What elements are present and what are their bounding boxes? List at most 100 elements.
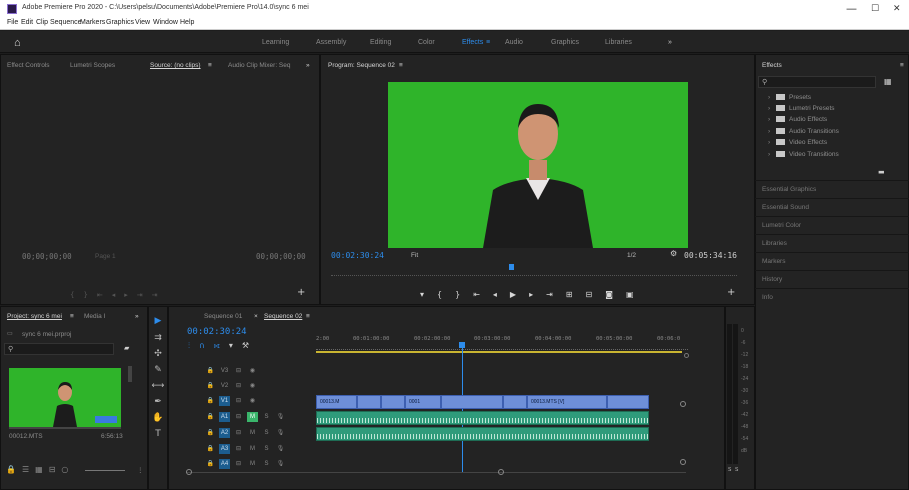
sync-lock-icon[interactable]: ⊟ [233, 412, 244, 422]
track-label-a4[interactable]: A4 [219, 459, 230, 469]
new-bin-icon[interactable]: ▬ [878, 168, 885, 176]
close-button[interactable]: ✕ [893, 4, 901, 14]
timeline-timecode[interactable]: 00:02:30:24 [187, 327, 247, 337]
tab-source[interactable]: Source: (no clips) [150, 62, 201, 69]
section-libraries[interactable]: Libraries [755, 234, 909, 252]
vertical-scroll-handle[interactable] [680, 401, 686, 407]
track-label-v1[interactable]: V1 [219, 396, 230, 406]
tab-lumetri-scopes[interactable]: Lumetri Scopes [70, 62, 115, 69]
track-label-v2[interactable]: V2 [219, 381, 230, 391]
effects-search-input[interactable]: ⚲ [758, 76, 876, 88]
audio-clip-a2[interactable] [316, 427, 649, 441]
microphone-icon[interactable]: 🎙 [275, 444, 286, 454]
workspace-effects[interactable]: Effects [462, 39, 483, 46]
workspace-learning[interactable]: Learning [262, 39, 289, 46]
sync-lock-icon[interactable]: ⊟ [233, 444, 244, 454]
source-menu-icon[interactable]: ≡ [208, 62, 212, 69]
source-add-button-icon[interactable]: + [297, 287, 305, 298]
hand-tool-icon[interactable]: ✋ [151, 413, 165, 427]
menu-help[interactable]: Help [180, 19, 194, 26]
workspace-libraries[interactable]: Libraries [605, 39, 632, 46]
program-add-button-icon[interactable]: + [727, 287, 735, 298]
menu-edit[interactable]: Edit [21, 19, 33, 26]
maximize-button[interactable]: ☐ [871, 4, 879, 14]
program-playhead[interactable] [509, 264, 514, 270]
timeline-ruler[interactable] [316, 347, 688, 350]
solo-button[interactable]: S [261, 444, 272, 454]
effects-folder-audio-transitions[interactable]: › Audio Transitions [768, 128, 839, 135]
tab-sequence-02[interactable]: Sequence 02 [264, 313, 302, 320]
razor-tool-icon[interactable]: ✎ [151, 365, 165, 379]
work-area-bar[interactable] [316, 351, 682, 353]
lock-icon[interactable]: 🔒 [205, 396, 216, 406]
minimize-button[interactable]: — [846, 2, 857, 15]
microphone-icon[interactable]: 🎙 [275, 428, 286, 438]
track-label-a1[interactable]: A1 [219, 412, 230, 422]
project-more-icon[interactable]: » [135, 313, 139, 320]
menu-markers[interactable]: Markers [80, 19, 105, 26]
sync-lock-icon[interactable]: ⊟ [233, 396, 244, 406]
eye-icon[interactable]: ◉ [247, 381, 258, 391]
audio-clip-a1[interactable] [316, 411, 649, 425]
effects-folder-video-effects[interactable]: › Video Effects [768, 139, 827, 146]
pen-tool-icon[interactable]: ✒ [151, 397, 165, 411]
accelerated-effects-icon[interactable]: ▦ [884, 77, 892, 86]
video-clip[interactable]: 00013.M [316, 395, 357, 409]
solo-button[interactable]: S [261, 459, 272, 469]
lock-icon[interactable]: 🔒 [205, 428, 216, 438]
solo-button[interactable]: S [261, 412, 272, 422]
program-scrub-bar[interactable] [331, 266, 737, 276]
workspace-assembly[interactable]: Assembly [316, 39, 346, 46]
tab-media-browser[interactable]: Media I [84, 313, 105, 320]
track-select-tool-icon[interactable]: ⇉ [151, 333, 165, 347]
lock-icon[interactable]: 🔒 [205, 459, 216, 469]
workspace-editing[interactable]: Editing [370, 39, 391, 46]
sync-lock-icon[interactable]: ⊟ [233, 366, 244, 376]
program-video-frame[interactable] [388, 82, 688, 248]
effects-folder-lumetri-presets[interactable]: › Lumetri Presets [768, 105, 835, 112]
track-label-v3[interactable]: V3 [219, 366, 230, 376]
timeline-zoom-handle-left[interactable] [186, 469, 192, 475]
video-clip[interactable]: 00013.MTS [V] [527, 395, 607, 409]
track-label-a2[interactable]: A2 [219, 428, 230, 438]
lock-icon[interactable]: 🔒 [205, 366, 216, 376]
timeline-scroll-handle[interactable] [684, 353, 689, 358]
type-tool-icon[interactable]: T [151, 429, 165, 443]
tab-project[interactable]: Project: sync 6 mei [7, 313, 62, 320]
video-clip[interactable] [357, 395, 381, 409]
section-history[interactable]: History [755, 270, 909, 288]
timeline-horizontal-scrollbar[interactable] [186, 472, 686, 473]
workspace-color[interactable]: Color [418, 39, 435, 46]
ripple-edit-tool-icon[interactable]: ✣ [151, 349, 165, 363]
mute-button[interactable]: M [247, 459, 258, 469]
sync-lock-icon[interactable]: ⊟ [233, 459, 244, 469]
tab-program-sequence[interactable]: Program: Sequence 02 [328, 62, 395, 69]
workspace-audio[interactable]: Audio [505, 39, 523, 46]
project-scrollbar[interactable] [128, 366, 132, 382]
track-label-a3[interactable]: A3 [219, 444, 230, 454]
microphone-icon[interactable]: 🎙 [275, 459, 286, 469]
sync-lock-icon[interactable]: ⊟ [233, 381, 244, 391]
vertical-scroll-handle[interactable] [680, 459, 686, 465]
project-menu-icon[interactable]: ≡ [70, 313, 74, 320]
menu-file[interactable]: File [7, 19, 18, 26]
microphone-icon[interactable]: 🎙 [275, 412, 286, 422]
lock-icon[interactable]: 🔒 [205, 444, 216, 454]
timeline-zoom-handle[interactable] [498, 469, 504, 475]
wrench-icon[interactable]: ⚙ [670, 249, 677, 258]
section-essential-graphics[interactable]: Essential Graphics [755, 180, 909, 198]
meter-solo-right[interactable]: S [735, 467, 738, 473]
zoom-slider[interactable] [85, 470, 125, 471]
video-clip[interactable] [503, 395, 527, 409]
source-transport-controls[interactable]: {}⇤◂▸⇥⇥ [70, 291, 167, 299]
video-clip[interactable]: 0001 [405, 395, 441, 409]
menu-window[interactable]: Window [153, 19, 178, 26]
tab-sequence-01[interactable]: Sequence 01 [204, 313, 242, 320]
slip-tool-icon[interactable]: ⟷ [151, 381, 165, 395]
timeline-toolbar[interactable]: ⫶∩⟖▾⚒ [188, 341, 258, 351]
clip-thumbnail[interactable] [9, 368, 121, 427]
meter-solo-left[interactable]: S [728, 467, 731, 473]
effects-menu-icon[interactable]: ≡ [900, 62, 904, 69]
program-resolution-select[interactable]: 1/2 [627, 252, 636, 259]
project-search-input[interactable]: ⚲ [4, 343, 114, 355]
